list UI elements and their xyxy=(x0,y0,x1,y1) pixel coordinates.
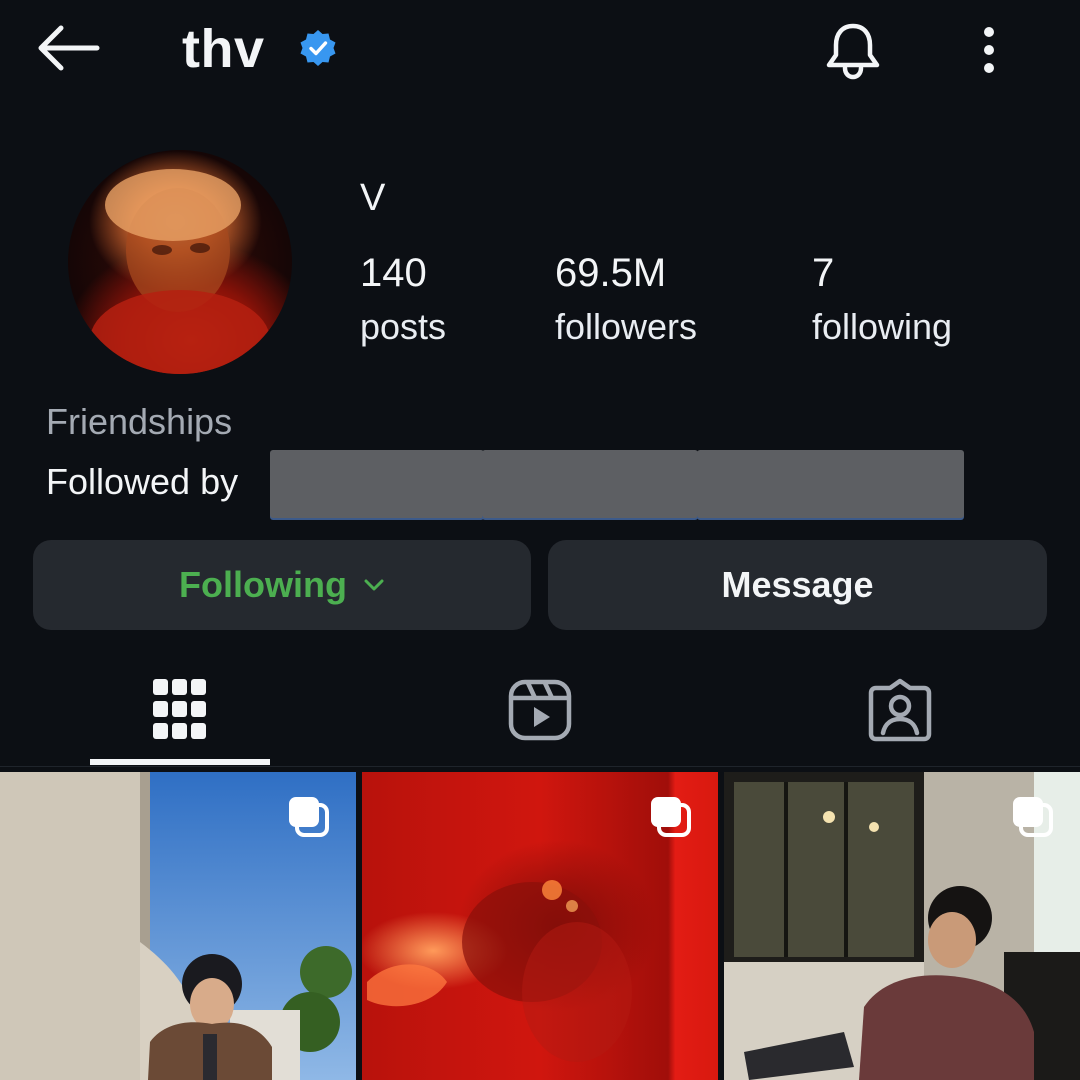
selected-tab-indicator xyxy=(90,759,270,765)
notifications-button[interactable] xyxy=(820,18,886,84)
avatar-image xyxy=(90,169,270,374)
verified-badge-icon xyxy=(300,30,336,66)
chevron-down-icon xyxy=(363,578,385,592)
posts-label[interactable]: posts xyxy=(360,306,446,348)
followers-label[interactable]: followers xyxy=(555,306,697,348)
back-button[interactable] xyxy=(30,18,106,78)
bell-icon xyxy=(826,23,880,80)
posts-count[interactable]: 140 xyxy=(360,250,427,296)
display-name: V xyxy=(360,177,386,219)
post-thumbnail[interactable] xyxy=(724,772,1080,1080)
redacted-follower-name xyxy=(697,450,964,518)
redacted-follower-name xyxy=(482,450,698,518)
more-options-button[interactable] xyxy=(968,20,1010,80)
following-label[interactable]: following xyxy=(812,306,952,348)
grid-icon xyxy=(153,679,206,739)
carousel-icon xyxy=(289,797,329,837)
arrow-left-icon xyxy=(38,25,100,71)
following-count[interactable]: 7 xyxy=(812,250,834,296)
more-vertical-icon xyxy=(984,27,994,73)
message-button-label: Message xyxy=(721,564,874,605)
post-thumbnail[interactable] xyxy=(0,772,356,1080)
carousel-icon xyxy=(1013,797,1053,837)
redacted-follower-name xyxy=(270,450,484,518)
carousel-icon xyxy=(651,797,691,837)
tab-posts-grid[interactable] xyxy=(90,660,270,760)
followers-count[interactable]: 69.5M xyxy=(555,250,666,296)
tab-tagged[interactable] xyxy=(810,660,990,760)
followed-by-label[interactable]: Followed by xyxy=(46,461,238,503)
message-button[interactable]: Message xyxy=(548,540,1047,630)
following-button[interactable]: Following xyxy=(33,540,531,630)
tagged-icon xyxy=(868,678,932,742)
following-button-label: Following xyxy=(179,564,347,605)
friendships-label: Friendships xyxy=(46,401,233,442)
profile-username: thv xyxy=(182,19,265,79)
reels-icon xyxy=(508,679,572,741)
post-thumbnail[interactable] xyxy=(362,772,718,1080)
tab-reels[interactable] xyxy=(450,660,630,760)
profile-avatar[interactable] xyxy=(68,150,292,374)
tab-divider xyxy=(0,766,1080,767)
